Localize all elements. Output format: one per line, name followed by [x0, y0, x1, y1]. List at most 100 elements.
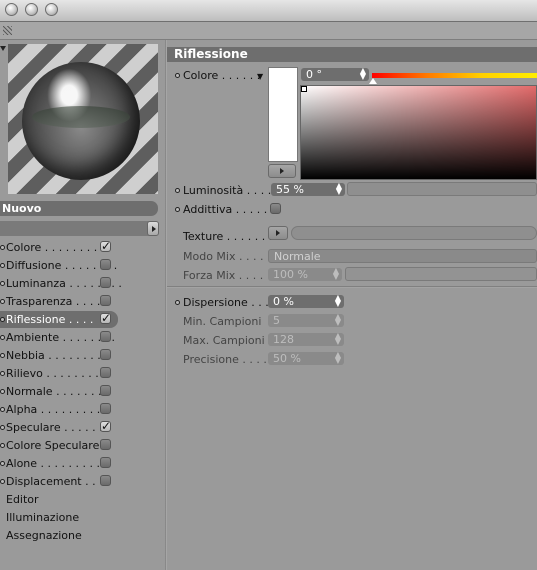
channel-label-text: Colore	[6, 241, 42, 254]
animation-dot-icon[interactable]	[175, 300, 180, 305]
max-campioni-input[interactable]: 128 ▲ ▼	[268, 332, 344, 346]
channel-item-rilievo[interactable]: Rilievo . . . . . . . . .	[0, 365, 118, 382]
channel-item-ambiente[interactable]: Ambiente . . . . . . . .	[0, 329, 118, 346]
animation-dot-icon[interactable]	[0, 335, 5, 340]
forza-mix-slider[interactable]	[345, 267, 537, 281]
luminosita-slider[interactable]	[347, 182, 537, 196]
animation-dot-icon[interactable]	[175, 188, 180, 193]
additiva-checkbox[interactable]	[270, 203, 281, 214]
modo-mix-select[interactable]: Normale	[268, 249, 537, 263]
hue-slider[interactable]	[372, 73, 537, 78]
min-campioni-input[interactable]: 5 ▲ ▼	[268, 313, 344, 327]
saturation-value-field[interactable]	[300, 85, 537, 180]
color-mode-arrow-icon[interactable]: ▼	[257, 70, 263, 83]
animation-dot-icon[interactable]	[175, 73, 180, 78]
channel-item-trasparenza[interactable]: Trasparenza . . . .	[0, 293, 118, 310]
color-swatch-button[interactable]	[268, 164, 296, 178]
channel-checkbox[interactable]	[100, 259, 111, 270]
animation-dot-icon[interactable]	[0, 389, 5, 394]
material-preview[interactable]	[8, 44, 158, 194]
channel-label: Colore . . . . . . . . .	[6, 241, 105, 254]
animation-dot-icon[interactable]	[0, 443, 5, 448]
channel-item-diffusione[interactable]: Diffusione . . . . . . . .	[0, 257, 118, 274]
channel-item-alone[interactable]: Alone . . . . . . . . .	[0, 455, 118, 472]
channel-item-displacement[interactable]: Displacement . .	[0, 473, 118, 490]
channel-item-colore[interactable]: Colore . . . . . . . . .	[0, 238, 118, 256]
dispersione-input[interactable]: 0 % ▲ ▼	[268, 294, 344, 308]
precisione-stepper-icon[interactable]: ▲ ▼	[335, 351, 341, 365]
channel-checkbox[interactable]	[100, 367, 111, 378]
colore-label: Colore . . . . . .	[183, 69, 261, 82]
hue-slider-marker-icon[interactable]	[369, 78, 377, 84]
animation-dot-icon[interactable]	[0, 371, 5, 376]
channel-checkbox[interactable]	[100, 385, 111, 396]
hue-input[interactable]: 0 ° ▲ ▼	[301, 67, 369, 81]
dispersione-stepper-icon[interactable]: ▲ ▼	[335, 294, 341, 308]
channel-label-text: Alone	[6, 457, 38, 470]
modo-mix-label: Modo Mix . . . . . .	[183, 250, 278, 263]
animation-dot-icon[interactable]	[0, 245, 5, 250]
additiva-label-text: Addittiva	[183, 203, 233, 216]
preview-scroll-field[interactable]	[0, 221, 158, 236]
channel-checkbox[interactable]	[100, 475, 111, 486]
channel-label-text: Trasparenza	[6, 295, 73, 308]
extra-item-illuminazione[interactable]: Illuminazione	[6, 509, 79, 526]
animation-dot-icon[interactable]	[0, 281, 5, 286]
channel-checkbox[interactable]	[100, 418, 111, 435]
channel-item-luminanza[interactable]: Luminanza . . . . . . . .	[0, 275, 122, 292]
preview-menu-arrow-icon[interactable]	[0, 46, 6, 51]
channel-item-nebbia[interactable]: Nebbia . . . . . . . .	[0, 347, 118, 364]
channel-item-colore-speculare[interactable]: Colore Speculare	[0, 437, 118, 454]
texture-field[interactable]	[291, 226, 537, 240]
channel-label-text: Normale	[6, 385, 53, 398]
scroll-right-button[interactable]	[147, 221, 159, 236]
reflection-settings-panel: Riflessione Colore . . . . . . ▼ 0 ° ▲ ▼ …	[167, 40, 537, 570]
animation-dot-icon[interactable]	[175, 207, 180, 212]
modo-mix-label-text: Modo Mix	[183, 250, 236, 263]
animation-dot-icon[interactable]	[0, 425, 5, 430]
animation-dot-icon[interactable]	[0, 263, 5, 268]
channel-checkbox[interactable]	[100, 310, 111, 327]
channel-item-normale[interactable]: Normale . . . . . . . .	[0, 383, 118, 400]
extra-item-editor[interactable]: Editor	[6, 491, 39, 508]
channel-checkbox[interactable]	[100, 457, 111, 468]
animation-dot-icon[interactable]	[0, 479, 5, 484]
material-name-field[interactable]: Nuovo	[0, 201, 158, 216]
luminosita-value: 55 %	[276, 183, 304, 196]
animation-dot-icon[interactable]	[0, 299, 5, 304]
hue-value: 0 °	[306, 68, 322, 81]
texture-menu-button[interactable]	[268, 226, 288, 240]
channel-checkbox[interactable]	[100, 403, 111, 414]
channel-label-text: Displacement	[6, 475, 82, 488]
forza-mix-input[interactable]: 100 % ▲ ▼	[268, 267, 342, 281]
channel-checkbox[interactable]	[100, 295, 111, 306]
forza-mix-stepper-icon[interactable]: ▲ ▼	[333, 267, 339, 281]
channel-item-riflessione[interactable]: Riflessione . . . .	[0, 310, 118, 328]
zoom-window-button[interactable]	[45, 3, 58, 16]
channel-item-speculare[interactable]: Speculare . . . . . .	[0, 418, 118, 436]
color-swatch[interactable]	[268, 67, 298, 162]
animation-dot-icon[interactable]	[0, 317, 5, 322]
precisione-input[interactable]: 50 % ▲ ▼	[268, 351, 344, 365]
animation-dot-icon[interactable]	[0, 353, 5, 358]
minimize-window-button[interactable]	[25, 3, 38, 16]
animation-dot-icon[interactable]	[0, 407, 5, 412]
max-campioni-stepper-icon[interactable]: ▲ ▼	[335, 332, 341, 346]
luminosita-input[interactable]: 55 % ▲ ▼	[271, 182, 345, 196]
texture-label: Texture . . . . . . .	[183, 230, 273, 243]
close-window-button[interactable]	[5, 3, 18, 16]
grip-icon[interactable]	[3, 26, 12, 35]
channel-checkbox[interactable]	[100, 238, 111, 255]
channel-checkbox[interactable]	[100, 349, 111, 360]
hue-stepper-icon[interactable]: ▲ ▼	[360, 67, 366, 81]
min-campioni-stepper-icon[interactable]: ▲ ▼	[335, 313, 341, 327]
channel-checkbox[interactable]	[100, 439, 111, 450]
animation-dot-icon[interactable]	[0, 461, 5, 466]
channel-checkbox[interactable]	[100, 277, 111, 288]
channel-label: Trasparenza . . . .	[6, 295, 101, 308]
channel-checkbox[interactable]	[100, 331, 111, 342]
saturation-marker-icon[interactable]	[301, 86, 307, 92]
extra-item-assegnazione[interactable]: Assegnazione	[6, 527, 82, 544]
luminosita-stepper-icon[interactable]: ▲ ▼	[336, 182, 342, 196]
channel-item-alpha[interactable]: Alpha . . . . . . . . . .	[0, 401, 118, 418]
